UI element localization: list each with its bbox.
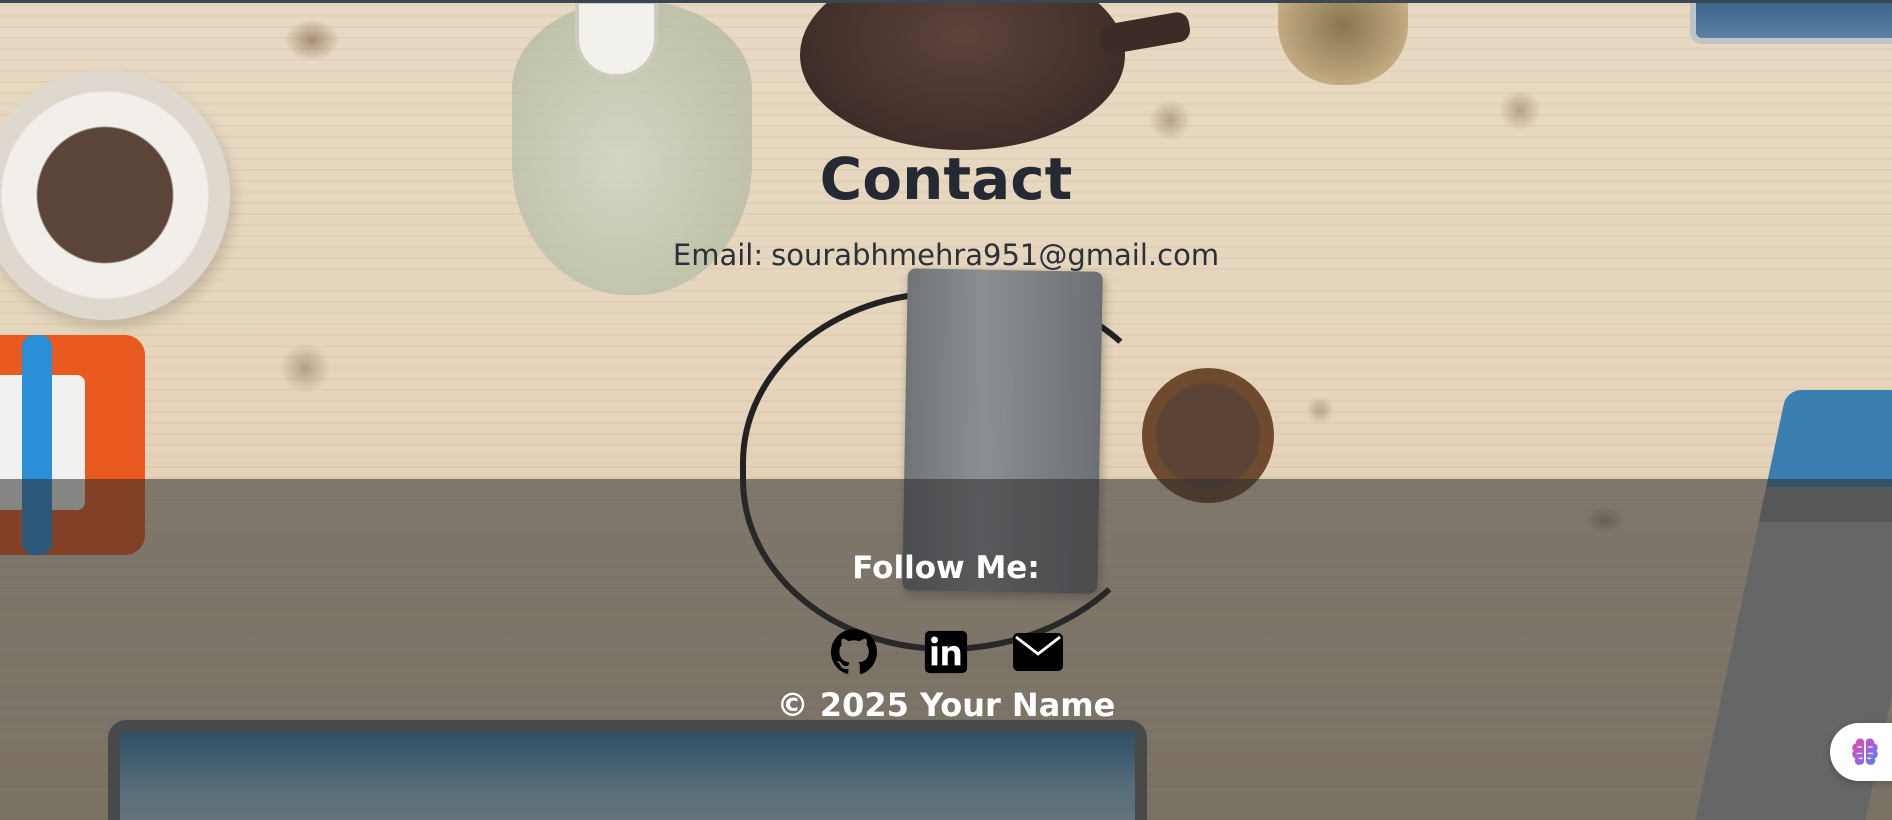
bottle-cap-image xyxy=(575,0,658,78)
github-icon xyxy=(831,629,877,675)
social-links xyxy=(0,626,1892,678)
copyright-text: © 2025 Your Name xyxy=(776,686,1116,724)
assistant-widget-button[interactable] xyxy=(1830,723,1892,781)
github-link[interactable] xyxy=(828,626,880,678)
tablet-image xyxy=(1690,0,1892,44)
contact-title: Contact xyxy=(819,145,1073,213)
tea-glass-image xyxy=(1278,0,1408,85)
linkedin-link[interactable] xyxy=(920,626,972,678)
contact-email-line: Email: sourabhmehra951@gmail.com xyxy=(0,238,1892,272)
top-border xyxy=(0,0,1892,3)
follow-heading: Follow Me: xyxy=(852,550,1040,586)
linkedin-icon xyxy=(924,630,968,674)
page: Contact Email: sourabhmehra951@gmail.com … xyxy=(0,0,1892,820)
email-label: Email: xyxy=(672,238,764,272)
teapot-image xyxy=(800,0,1125,150)
envelope-icon xyxy=(1013,633,1063,671)
brain-icon xyxy=(1852,738,1878,765)
email-link[interactable] xyxy=(1012,626,1064,678)
email-address-link[interactable]: sourabhmehra951@gmail.com xyxy=(771,238,1219,272)
